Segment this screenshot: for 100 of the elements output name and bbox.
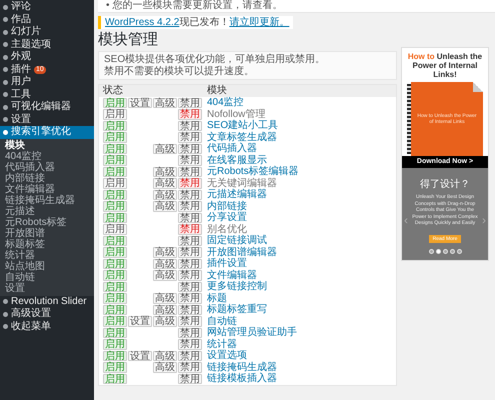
sidebar-item[interactable]: 设置 [0,114,94,126]
sidebar-item[interactable]: 主题选项 [0,38,94,51]
module-link[interactable]: 内部链接 [207,200,247,212]
enable-button[interactable]: 启用 [103,316,127,326]
advanced-button[interactable]: 高级 [153,270,177,280]
enable-button[interactable]: 启用 [103,247,127,258]
disable-button[interactable]: 禁用 [178,316,202,326]
carousel-dot[interactable] [442,248,448,254]
module-link[interactable]: 文章标签生成器 [207,132,277,143]
enable-button[interactable]: 启用 [103,339,127,350]
enable-button[interactable]: 启用 [103,190,127,200]
disable-button[interactable]: 禁用 [178,328,202,338]
enable-button[interactable]: 启用 [103,362,127,372]
submenu-item[interactable]: 代码插入器 [0,162,94,172]
enable-button[interactable]: 启用 [103,212,127,223]
module-link[interactable]: 代码插入器 [207,143,257,154]
submenu-item[interactable]: 链接掩码生成器 [0,194,94,206]
settings-button[interactable]: 设置 [128,316,152,326]
disable-button[interactable]: 禁用 [178,374,202,384]
submenu-item[interactable]: 文件编辑器 [0,184,94,194]
advanced-button[interactable]: 高级 [153,350,177,361]
submenu-item[interactable]: 统计器 [0,250,94,260]
enable-button[interactable]: 启用 [103,201,127,212]
submenu-item[interactable]: 元Robots标签 [0,216,94,228]
submenu-item[interactable]: 模块 [0,140,94,150]
sidebar-item[interactable]: 可视化编辑器 [0,101,94,114]
submenu-item[interactable]: 开放图谱 [0,228,94,238]
disable-button[interactable]: 禁用 [178,178,202,188]
submenu-item[interactable]: 自动链 [0,272,94,282]
advanced-button[interactable]: 高级 [153,316,177,326]
advanced-button[interactable]: 高级 [153,201,177,212]
enable-button[interactable]: 启用 [103,98,127,108]
enable-button[interactable]: 启用 [103,224,127,234]
module-link[interactable]: 更多链接控制 [207,281,267,292]
sidebar-item[interactable]: 搜索引擎优化 [0,126,94,138]
enable-button[interactable]: 启用 [103,166,127,177]
enable-button[interactable]: 启用 [103,328,127,338]
disable-button[interactable]: 禁用 [178,201,202,212]
module-link[interactable]: 404监控 [207,97,244,108]
sidebar-item[interactable]: 高级设置 [0,308,94,320]
advanced-button[interactable]: 高级 [153,247,177,258]
enable-button[interactable]: 启用 [103,109,127,120]
disable-button[interactable]: 禁用 [178,304,202,315]
module-link[interactable]: 文件编辑器 [207,270,257,281]
sidebar-item[interactable]: 幻灯片 [0,26,94,38]
advanced-button[interactable]: 高级 [153,98,177,108]
module-link[interactable]: 标题 [207,292,227,304]
submenu-item[interactable]: 元描述 [0,206,94,216]
advanced-button[interactable]: 高级 [153,293,177,304]
disable-button[interactable]: 禁用 [178,120,202,131]
enable-button[interactable]: 启用 [103,293,127,304]
module-link[interactable]: 网站管理员验证助手 [207,327,297,338]
disable-button[interactable]: 禁用 [178,144,202,154]
carousel-dot[interactable] [456,248,462,254]
settings-button[interactable]: 设置 [128,98,152,108]
disable-button[interactable]: 禁用 [178,132,202,142]
disable-button[interactable]: 禁用 [178,247,202,258]
module-link[interactable]: 分享设置 [207,212,247,224]
disable-button[interactable]: 禁用 [178,155,202,166]
module-link[interactable]: SEO建站小工具 [207,120,278,132]
submenu-item[interactable]: 设置 [0,282,94,294]
enable-button[interactable]: 启用 [103,270,127,280]
disable-button[interactable]: 禁用 [178,258,202,269]
advanced-button[interactable]: 高级 [153,166,177,177]
sidebar-item[interactable]: 用户 [0,76,94,88]
module-link[interactable]: 元Robots标签编辑器 [207,166,299,178]
carousel-dot[interactable] [428,248,434,254]
disable-button[interactable]: 禁用 [178,350,202,361]
module-link[interactable]: 自动链 [207,316,237,327]
carousel-dot[interactable] [436,248,440,254]
submenu-item[interactable]: 内部链接 [0,172,94,184]
enable-button[interactable]: 启用 [103,178,127,188]
module-link[interactable]: 固定链接调试 [207,235,267,246]
sidebar-item[interactable]: 外观 [0,51,94,64]
sidebar-item[interactable]: 评论 [0,1,94,14]
enable-button[interactable]: 启用 [103,120,127,131]
module-link[interactable]: 元描述编辑器 [207,189,267,200]
carousel-dot[interactable] [450,248,454,254]
advanced-button[interactable]: 高级 [153,144,177,154]
sidebar-item[interactable]: 作品 [0,14,94,26]
module-link[interactable]: 设置选项 [207,350,247,362]
module-link[interactable]: 插件设置 [207,258,247,270]
submenu-item[interactable]: 站点地图 [0,260,94,272]
advanced-button[interactable]: 高级 [153,258,177,269]
disable-button[interactable]: 禁用 [178,362,202,372]
submenu-item[interactable]: 404监控 [0,150,94,162]
disable-button[interactable]: 禁用 [178,339,202,350]
advanced-button[interactable]: 高级 [153,178,177,188]
enable-button[interactable]: 启用 [103,374,127,384]
module-link[interactable]: 开放图谱编辑器 [207,246,277,258]
enable-button[interactable]: 启用 [103,144,127,154]
enable-button[interactable]: 启用 [103,258,127,269]
enable-button[interactable]: 启用 [103,350,127,361]
disable-button[interactable]: 禁用 [178,270,202,280]
disable-button[interactable]: 禁用 [178,293,202,304]
module-link[interactable]: 链接掩码生成器 [207,362,277,373]
disable-button[interactable]: 禁用 [178,109,202,120]
enable-button[interactable]: 启用 [103,304,127,315]
advanced-button[interactable]: 高级 [153,304,177,315]
enable-button[interactable]: 启用 [103,236,127,246]
